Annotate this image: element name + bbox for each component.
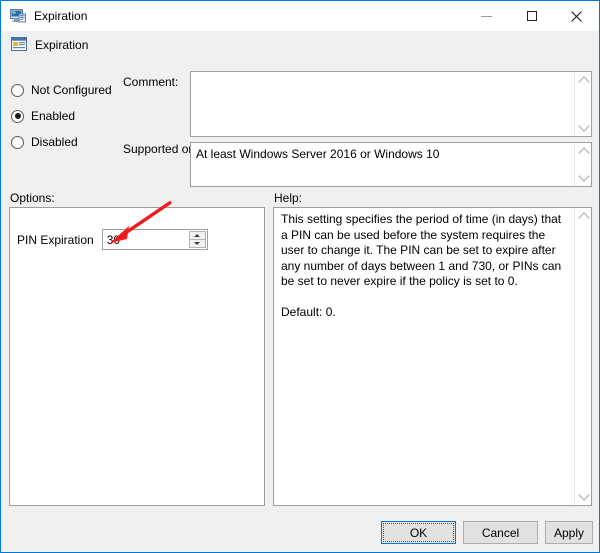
help-paragraph-2: Default: 0. [281,304,336,319]
cancel-button[interactable]: Cancel [463,521,538,544]
maximize-icon[interactable] [509,1,554,31]
supported-on-label: Supported on: [123,142,199,156]
scroll-down-icon[interactable] [575,119,591,136]
radio-indicator [11,83,24,97]
computer-policy-icon [10,8,26,24]
scroll-down-icon[interactable] [575,169,591,186]
help-label: Help: [274,191,303,205]
scroll-down-icon[interactable] [575,488,592,505]
scroll-up-icon[interactable] [575,72,591,89]
radio-indicator [11,109,24,123]
supported-on-textbox[interactable]: At least Windows Server 2016 or Windows … [190,142,592,187]
radio-enabled-label: Enabled [31,109,76,123]
pin-expiration-stepper[interactable] [188,231,206,248]
radio-indicator [11,135,24,149]
focus-ring [383,523,454,542]
apply-button[interactable]: Apply [545,521,593,544]
supported-on-value: At least Windows Server 2016 or Windows … [196,147,440,161]
radio-not-configured-label: Not Configured [31,83,112,97]
scroll-up-icon[interactable] [575,208,592,225]
policy-state-group: Not Configured Enabled Disabled [11,77,116,155]
scroll-up-icon[interactable] [575,143,591,160]
radio-not-configured[interactable]: Not Configured [11,77,116,103]
options-label: Options: [10,191,55,205]
radio-disabled-label: Disabled [31,135,78,149]
help-content: This setting specifies the period of tim… [281,212,566,320]
minimize-icon[interactable] [464,1,509,31]
close-icon[interactable] [554,1,599,31]
title-bar: Expiration [1,1,599,31]
policy-setting-dialog: Expiration Expiration Prev [0,0,600,553]
comment-scrollbar[interactable] [574,72,591,136]
comment-textbox[interactable] [190,71,592,137]
supported-on-scrollbar[interactable] [574,143,591,186]
pin-expiration-row: PIN Expiration 30 [10,229,264,250]
help-paragraph-1: This setting specifies the period of tim… [281,212,562,288]
pin-expiration-input[interactable]: 30 [101,229,208,250]
radio-disabled[interactable]: Disabled [11,129,116,155]
radio-enabled[interactable]: Enabled [11,103,116,129]
pin-expiration-label: PIN Expiration [17,232,94,247]
window-title: Expiration [34,9,88,23]
options-panel: PIN Expiration 30 [9,207,265,506]
help-panel: This setting specifies the period of tim… [273,207,592,506]
pin-expiration-value: 30 [106,232,121,247]
policy-setting-icon [11,36,28,53]
setting-name: Expiration [35,38,89,52]
comment-label: Comment: [123,75,179,89]
caption-button-group [464,1,599,31]
ok-button[interactable]: OK [381,521,456,544]
setting-header: Expiration Previous Setting Next Setting [1,31,599,100]
stepper-down-icon[interactable] [188,239,206,248]
help-scrollbar[interactable] [574,208,591,505]
